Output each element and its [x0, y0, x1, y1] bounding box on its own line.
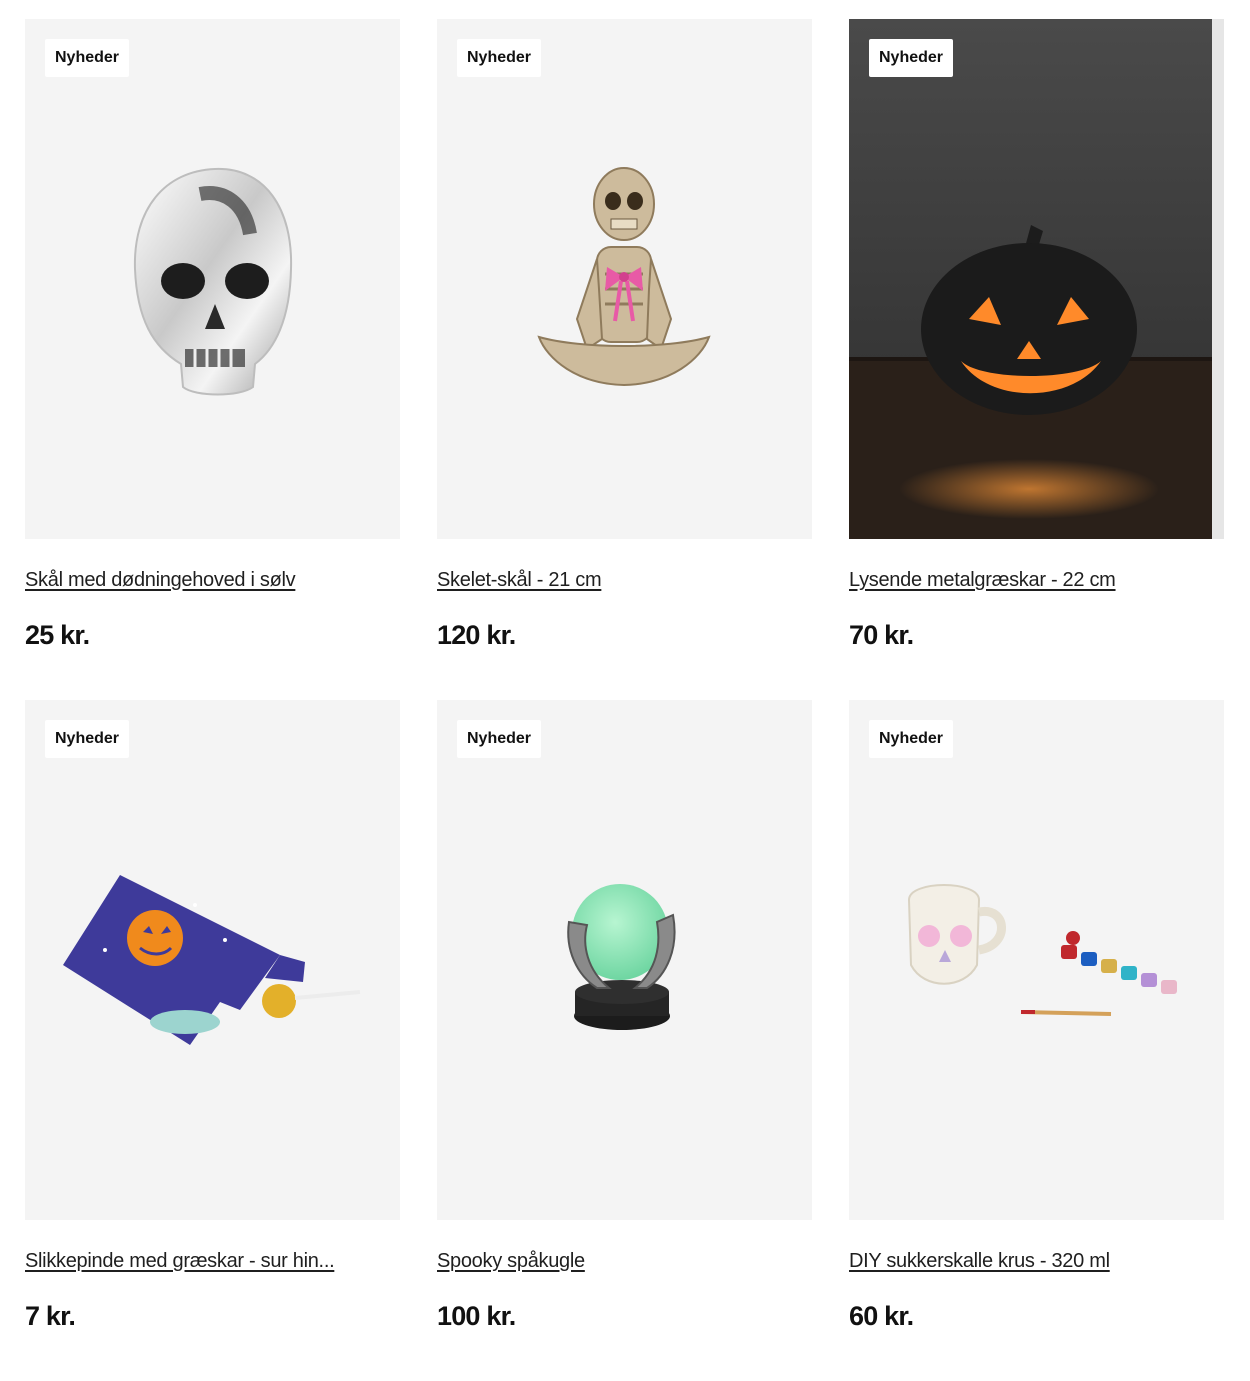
- product-card[interactable]: Nyheder Slikkepinde med græskar - sur hi…: [25, 700, 400, 1381]
- badge-new: Nyheder: [869, 720, 954, 758]
- product-card[interactable]: Nyheder Skål med dødningehoved i sølv 25…: [25, 19, 400, 700]
- product-title-link[interactable]: Skelet-skål - 21 cm: [437, 569, 812, 592]
- product-price: 120 kr.: [437, 620, 516, 650]
- product-title-link[interactable]: Spooky spåkugle: [437, 1250, 812, 1273]
- product-title-link[interactable]: Lysende metalgræskar - 22 cm: [849, 569, 1224, 592]
- crystal-ball-hands-image: [567, 884, 676, 1030]
- product-title-link[interactable]: Slikkepinde med græskar - sur hin...: [25, 1250, 400, 1273]
- product-image-link[interactable]: Nyheder: [25, 700, 400, 1220]
- product-card[interactable]: Nyheder Spooky spåkugle 100 kr.: [437, 700, 812, 1381]
- sugar-skull-mug-kit-image: [907, 884, 1177, 1016]
- pumpkin-lollipop-pack-image: [63, 875, 361, 1045]
- badge-new: Nyheder: [45, 720, 130, 758]
- badge-new: Nyheder: [457, 720, 542, 758]
- skeleton-bowl-image: [537, 167, 711, 387]
- product-price: 60 kr.: [849, 1301, 914, 1331]
- product-card[interactable]: Nyheder Lysende metalgræskar - 22 cm 70 …: [849, 19, 1224, 700]
- product-card[interactable]: Nyheder Skelet-skål - 21 cm 120 kr.: [437, 19, 812, 700]
- product-image-link[interactable]: Nyheder: [437, 19, 812, 539]
- product-card[interactable]: Nyheder DIY sukkerskalle krus - 320 ml 6…: [849, 700, 1224, 1381]
- product-price: 7 kr.: [25, 1301, 76, 1331]
- badge-new: Nyheder: [45, 39, 130, 77]
- product-grid: Nyheder Skål med dødningehoved i sølv 25…: [0, 0, 1250, 1381]
- product-image-link[interactable]: Nyheder: [25, 19, 400, 539]
- product-price: 100 kr.: [437, 1301, 516, 1331]
- product-image-link[interactable]: Nyheder: [849, 700, 1224, 1220]
- badge-new: Nyheder: [869, 39, 954, 77]
- glowing-pumpkin-image: [849, 19, 1224, 539]
- product-image-link[interactable]: Nyheder: [849, 19, 1224, 539]
- product-price: 25 kr.: [25, 620, 90, 650]
- badge-new: Nyheder: [457, 39, 542, 77]
- product-price: 70 kr.: [849, 620, 914, 650]
- product-title-link[interactable]: Skål med dødningehoved i sølv: [25, 569, 400, 592]
- product-image-link[interactable]: Nyheder: [437, 700, 812, 1220]
- product-title-link[interactable]: DIY sukkerskalle krus - 320 ml: [849, 1250, 1224, 1273]
- silver-skull-bowl-image: [133, 167, 293, 396]
